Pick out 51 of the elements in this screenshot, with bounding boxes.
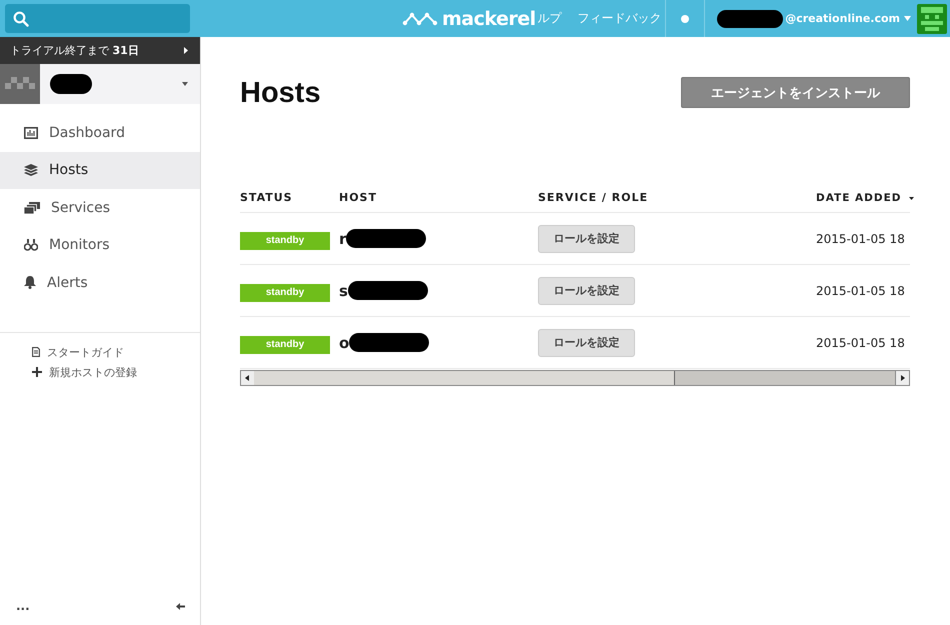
set-role-button[interactable]: ロールを設定: [538, 276, 635, 304]
status-badge: standby: [240, 232, 330, 250]
horizontal-scrollbar[interactable]: [240, 370, 910, 386]
set-role-button[interactable]: ロールを設定: [538, 224, 635, 252]
caret-icon: [182, 82, 188, 86]
scroll-right-icon[interactable]: [895, 371, 909, 385]
status-badge: standby: [240, 336, 330, 354]
trial-text: トライアル終了まで 31日: [10, 43, 139, 58]
plus-icon: [32, 367, 42, 377]
column-header[interactable]: SERVICE / ROLE: [538, 191, 816, 204]
date-added: 2015-01-05 18: [816, 336, 906, 350]
page-title: Hosts: [240, 77, 321, 110]
redaction-mark: [717, 10, 784, 28]
avatar-icon[interactable]: [917, 4, 947, 34]
more-menu[interactable]: ...: [16, 599, 30, 613]
sidebar-item[interactable]: Dashboard: [0, 114, 200, 152]
host-name[interactable]: o: [339, 334, 350, 352]
chart-icon: [24, 126, 38, 139]
bell-icon: [24, 276, 36, 290]
date-added: 2015-01-05 18: [816, 284, 906, 298]
sidebar-link[interactable]: スタートガイド: [32, 344, 200, 360]
sidebar-link[interactable]: 新規ホストの登録: [32, 364, 200, 380]
column-header[interactable]: STATUS: [240, 191, 339, 204]
search-icon: [13, 10, 29, 26]
status-badge: standby: [240, 284, 330, 302]
sort-caret-icon[interactable]: [909, 197, 914, 200]
layers-icon: [24, 164, 38, 176]
chevron-icon: [183, 47, 188, 54]
scroll-left-icon[interactable]: [241, 371, 254, 385]
sidebar-item[interactable]: Alerts: [0, 264, 200, 302]
sidebar-item[interactable]: Hosts: [0, 152, 200, 189]
host-name[interactable]: r: [339, 230, 346, 248]
sidebar-item[interactable]: Services: [0, 189, 200, 226]
logo-icon: [402, 12, 438, 26]
document-icon: [32, 347, 40, 357]
windows-icon: [24, 202, 40, 214]
organization-selector[interactable]: [0, 64, 200, 104]
redaction-mark: [50, 74, 92, 94]
column-header[interactable]: DATE ADDED: [816, 192, 910, 204]
organization-icon: [0, 64, 40, 104]
date-added: 2015-01-05 18: [816, 232, 906, 246]
set-role-button[interactable]: ロールを設定: [538, 328, 635, 356]
install-agent-button[interactable]: エージェントをインストール: [681, 77, 910, 108]
search-field[interactable]: [5, 4, 190, 33]
sidebar-item[interactable]: Monitors: [0, 226, 200, 264]
host-name[interactable]: s: [339, 282, 348, 300]
collapse-arrow-icon[interactable]: [176, 602, 185, 610]
notification-dot-icon[interactable]: [681, 14, 690, 22]
binoculars-icon: [24, 239, 38, 252]
trial-banner[interactable]: トライアル終了まで 31日: [0, 37, 200, 64]
column-header[interactable]: HOST: [339, 191, 538, 204]
